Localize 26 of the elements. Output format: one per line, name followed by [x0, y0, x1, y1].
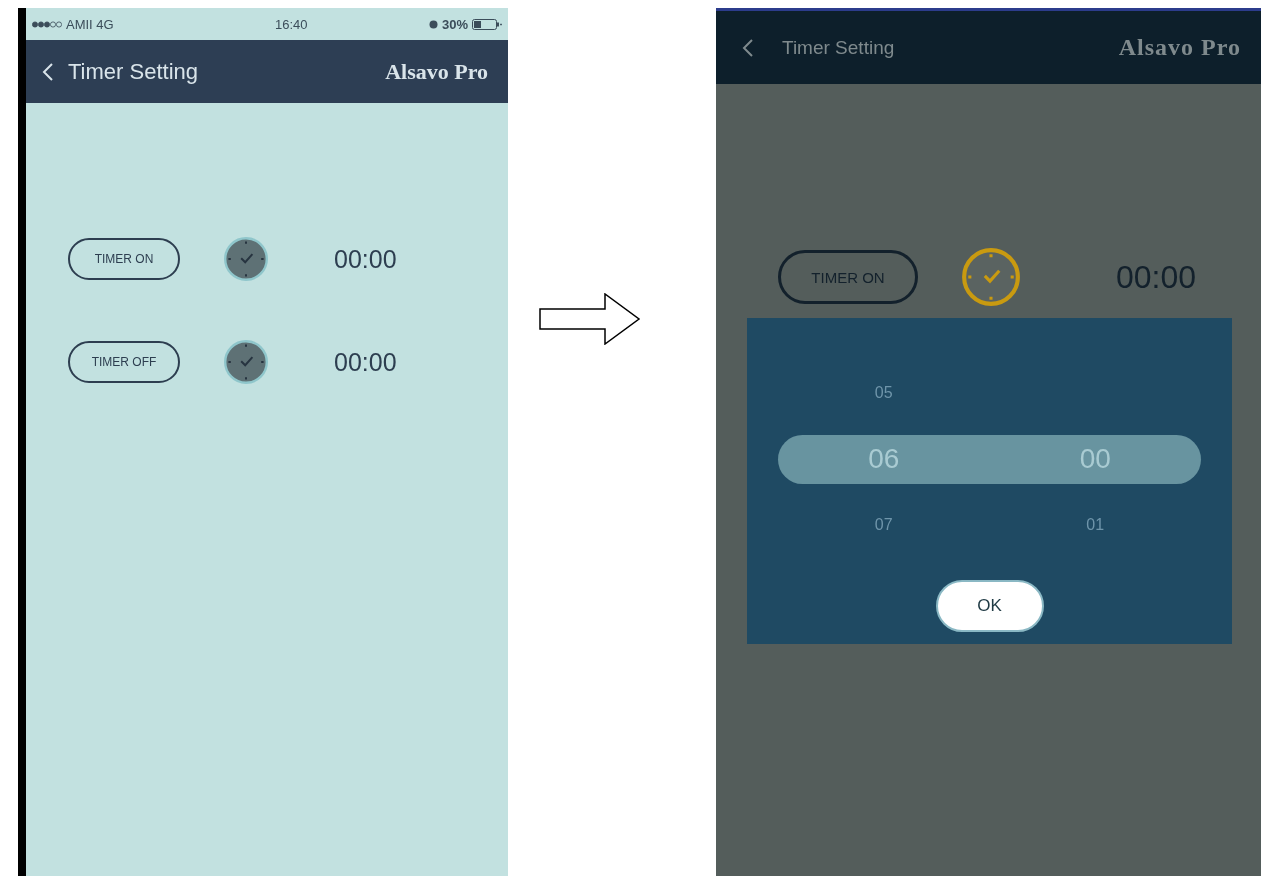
timer-toggle-button[interactable]: TIMER OFF — [68, 341, 180, 383]
signal-icon — [32, 20, 62, 28]
ok-button[interactable]: OK — [935, 580, 1044, 632]
screen-title: Timer Setting — [68, 58, 198, 85]
clock-icon[interactable] — [222, 235, 270, 283]
timer-time: 00:00 — [1116, 258, 1197, 296]
screen-title: Timer Setting — [782, 36, 895, 59]
battery-icon — [472, 18, 502, 30]
brand-name: Alsavo Pro — [1118, 34, 1241, 61]
timer-time: 00:00 — [334, 347, 397, 377]
clock-text: 16:40 — [275, 16, 308, 32]
battery-percent: 30% — [441, 16, 468, 32]
timer-toggle-button[interactable]: TIMER ON — [68, 238, 180, 280]
timer-toggle-button[interactable]: TIMER ON — [778, 250, 918, 304]
carrier-text: AMII 4G — [66, 16, 114, 32]
minute-option[interactable]: 00 — [1079, 443, 1111, 475]
minute-option[interactable]: 01 — [1086, 516, 1105, 534]
brand-name: Alsavo Pro — [385, 58, 488, 85]
timer-time: 00:00 — [334, 244, 397, 274]
clock-icon[interactable] — [222, 338, 270, 386]
back-chevron-icon — [42, 61, 54, 82]
right-arrow-icon — [538, 293, 641, 345]
back-chevron-icon — [742, 37, 754, 58]
hour-option[interactable]: 07 — [874, 516, 893, 534]
hour-option[interactable]: 06 — [868, 443, 900, 475]
hour-option[interactable]: 05 — [874, 384, 893, 402]
